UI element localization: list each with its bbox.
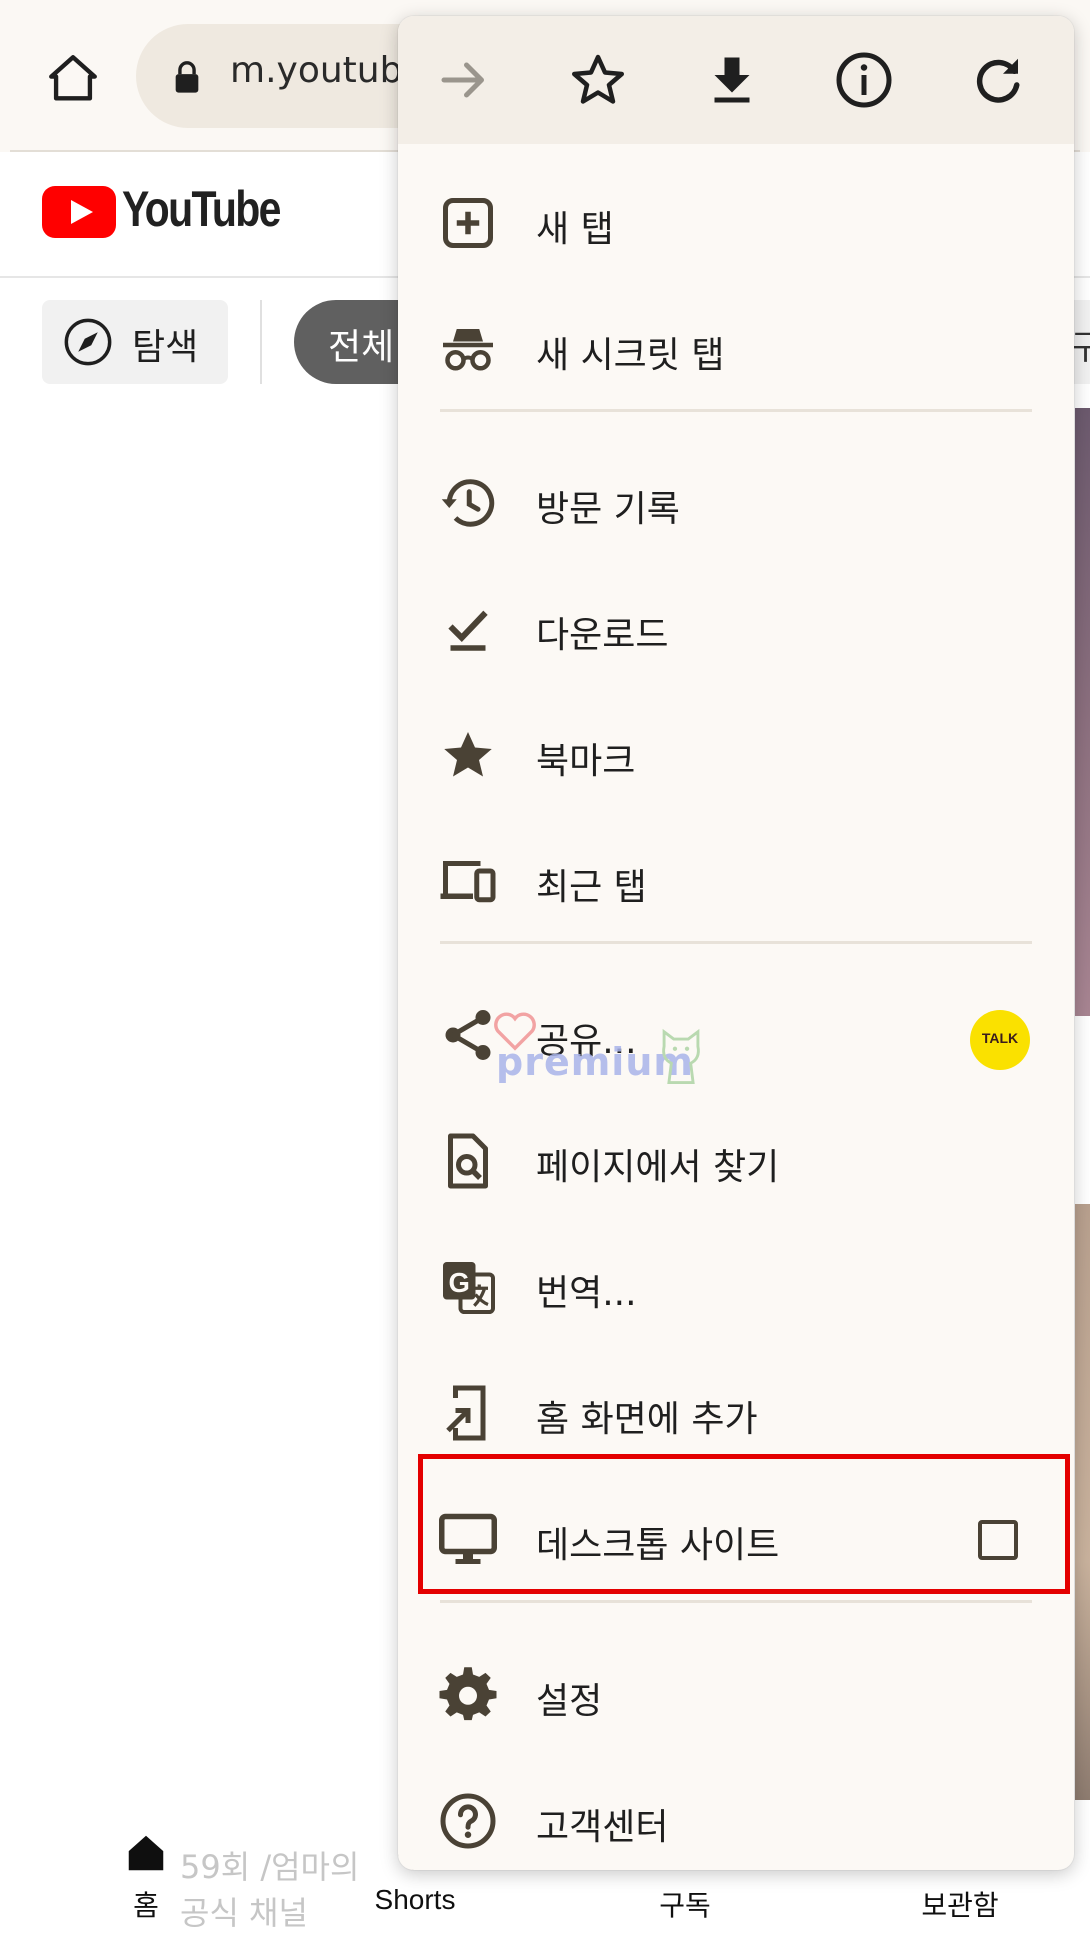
menu-item-label: 새 탭 <box>536 209 614 250</box>
menu-item-find-in-page[interactable]: 페이지에서 찾기 <box>398 1098 1074 1224</box>
menu-action-bar <box>398 16 1074 144</box>
lock-icon <box>175 61 199 93</box>
compass-icon <box>64 318 112 366</box>
menu-item-label: 고객센터 <box>536 1807 669 1848</box>
reload-icon[interactable] <box>968 50 1028 110</box>
menu-item-label: 북마크 <box>536 741 636 782</box>
video-title-faded: 59회 /엄마의 <box>180 1848 360 1886</box>
home-filled-icon <box>128 1835 164 1871</box>
menu-item-new-tab[interactable]: 새 탭 <box>398 160 1074 286</box>
menu-item-label: 홈 화면에 추가 <box>536 1399 758 1440</box>
nav-home-label: 홈 <box>133 1890 159 1921</box>
menu-item-label: 새 시크릿 탭 <box>536 335 725 376</box>
menu-item-recent-tabs[interactable]: 최근 탭 <box>398 818 1074 944</box>
nav-subscriptions-label: 구독 <box>659 1890 711 1921</box>
menu-item-label: 최근 탭 <box>536 867 647 908</box>
settings-gear-icon <box>439 1667 497 1721</box>
menu-item-history[interactable]: 방문 기록 <box>398 440 1074 566</box>
star-outline-icon[interactable] <box>568 50 628 110</box>
menu-item-new-incognito-tab[interactable]: 새 시크릿 탭 <box>398 286 1074 412</box>
recent-tabs-devices-icon <box>440 861 496 903</box>
menu-item-bookmarks[interactable]: 북마크 <box>398 692 1074 818</box>
bookmarks-star-icon <box>444 732 492 777</box>
help-icon <box>440 1793 496 1849</box>
video-thumbnail[interactable] <box>1075 408 1090 1016</box>
menu-item-label: 공유... <box>536 1021 637 1062</box>
menu-item-label: 다운로드 <box>536 615 669 656</box>
downloads-check-icon <box>448 610 488 651</box>
menu-item-label: 방문 기록 <box>536 489 680 530</box>
menu-item-label: 설정 <box>536 1681 603 1722</box>
add-to-home-icon <box>446 1385 486 1441</box>
nav-library-label: 보관함 <box>921 1890 999 1921</box>
nav-shorts-label: Shorts <box>374 1884 456 1915</box>
all-chip-label: 전체 <box>328 327 395 368</box>
menu-divider <box>440 409 1032 412</box>
youtube-logo-text: YouTube <box>122 181 281 237</box>
home-icon[interactable] <box>44 50 102 108</box>
all-chip[interactable]: 전체 <box>294 300 414 384</box>
incognito-icon <box>443 329 493 371</box>
menu-item-settings[interactable]: 설정 <box>398 1632 1074 1758</box>
explore-chip-label: 탐색 <box>132 327 199 368</box>
kakaotalk-share-icon[interactable]: TALK <box>970 1010 1030 1070</box>
channel-name-faded: 공식 채널 <box>180 1894 308 1932</box>
history-icon <box>441 479 495 527</box>
new-tab-icon <box>443 198 493 248</box>
video-thumbnail[interactable] <box>1075 1204 1090 1800</box>
menu-item-share[interactable]: 공유... TALK <box>398 972 1074 1098</box>
info-icon[interactable] <box>834 50 894 110</box>
menu-item-label: 번역... <box>536 1273 637 1314</box>
forward-arrow-icon[interactable] <box>434 50 494 110</box>
menu-item-label: 페이지에서 찾기 <box>536 1147 780 1188</box>
menu-item-help[interactable]: 고객센터 <box>398 1758 1074 1870</box>
translate-icon: G <box>443 1262 495 1314</box>
find-in-page-icon <box>448 1133 488 1189</box>
explore-chip[interactable]: 탐색 <box>42 300 228 384</box>
youtube-logo-icon[interactable] <box>42 186 116 238</box>
share-icon <box>445 1010 491 1060</box>
svg-text:G: G <box>449 1267 470 1298</box>
menu-item-downloads[interactable]: 다운로드 <box>398 566 1074 692</box>
chip-divider <box>260 300 262 384</box>
menu-item-translate[interactable]: G 번역... <box>398 1224 1074 1350</box>
url-text: m.youtube <box>230 50 425 91</box>
kakaotalk-badge-text: TALK <box>981 1030 1019 1046</box>
download-icon[interactable] <box>702 50 762 110</box>
menu-divider <box>440 941 1032 944</box>
desktop-site-highlight-box <box>418 1454 1070 1594</box>
menu-divider <box>440 1600 1032 1603</box>
nav-home[interactable]: 홈 <box>118 1830 174 1924</box>
